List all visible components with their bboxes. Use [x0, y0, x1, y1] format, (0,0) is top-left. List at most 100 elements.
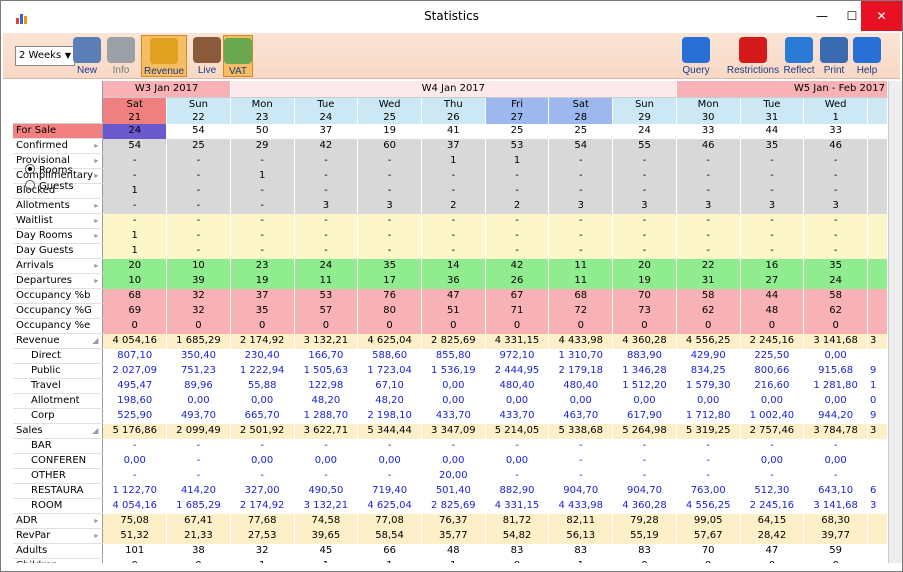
row-label[interactable]: RevPar ▸	[13, 528, 104, 544]
row-label[interactable]: Day Rooms ▸	[13, 228, 104, 244]
stat-cell[interactable]: 1	[421, 558, 486, 563]
stat-cell[interactable]: -	[485, 468, 550, 484]
stat-cell[interactable]: 57,67	[676, 528, 741, 544]
stat-cell[interactable]: -	[676, 243, 741, 259]
day-date-cell[interactable]: 22	[166, 110, 231, 124]
stat-cell[interactable]: 1	[357, 558, 422, 563]
stat-cell[interactable]: 0,00	[421, 453, 486, 469]
stat-cell[interactable]	[867, 213, 888, 229]
stat-cell[interactable]: 350,40	[166, 348, 231, 364]
stat-cell[interactable]: 36	[421, 273, 486, 289]
stat-cell[interactable]: 230,40	[230, 348, 295, 364]
stat-cell[interactable]: 14	[421, 258, 486, 274]
stat-cell[interactable]: -	[294, 153, 359, 169]
stat-cell[interactable]: -	[548, 213, 614, 229]
stat-cell[interactable]	[867, 183, 888, 199]
stat-cell[interactable]: 33	[803, 123, 868, 139]
stat-cell[interactable]: -	[548, 243, 614, 259]
stat-cell[interactable]: 80	[357, 303, 422, 319]
stat-cell[interactable]	[867, 258, 888, 274]
stat-cell[interactable]: -	[485, 168, 550, 184]
stat-cell[interactable]: -	[421, 228, 486, 244]
stat-cell[interactable]: 0,00	[612, 393, 677, 409]
reflect-button[interactable]: Reflect	[781, 35, 817, 77]
stat-cell[interactable]: -	[357, 168, 422, 184]
stat-cell[interactable]	[867, 288, 888, 304]
stat-cell[interactable]: -	[166, 213, 231, 229]
stat-cell[interactable]: 67,41	[166, 513, 231, 529]
stat-cell[interactable]: 79,28	[612, 513, 677, 529]
stat-cell[interactable]	[867, 558, 888, 563]
stat-cell[interactable]: 24	[612, 123, 677, 139]
stat-cell[interactable]: 68,30	[803, 513, 868, 529]
collapse-icon[interactable]: ◢	[92, 334, 98, 348]
stat-cell[interactable]: 44	[740, 123, 805, 139]
minimize-button[interactable]: —	[805, 1, 839, 31]
stat-cell[interactable]	[867, 303, 888, 319]
stat-cell[interactable]: 4 625,04	[357, 333, 422, 349]
stat-cell[interactable]: 3	[294, 198, 359, 214]
stat-cell[interactable]: 4 360,28	[612, 498, 677, 514]
stat-cell[interactable]: -	[612, 153, 677, 169]
stat-cell[interactable]: 37	[230, 288, 295, 304]
expand-icon[interactable]: ▸	[94, 214, 98, 228]
stat-cell[interactable]: -	[294, 243, 359, 259]
stat-cell[interactable]: 62	[676, 303, 741, 319]
stat-cell[interactable]: 0	[166, 318, 231, 334]
stat-cell[interactable]: 35	[230, 303, 295, 319]
day-name-cell[interactable]: Sun	[612, 97, 677, 111]
stat-cell[interactable]: -	[803, 438, 868, 454]
stat-cell[interactable]: 77,08	[357, 513, 422, 529]
stat-cell[interactable]	[867, 438, 888, 454]
stat-cell[interactable]: -	[676, 153, 741, 169]
stat-cell[interactable]: 3	[867, 498, 888, 514]
stat-cell[interactable]: 24	[803, 273, 868, 289]
stat-cell[interactable]: 53	[485, 138, 550, 154]
stat-cell[interactable]: 0	[166, 558, 231, 563]
stat-cell[interactable]: 915,68	[803, 363, 868, 379]
stat-cell[interactable]: 0	[740, 558, 805, 563]
stat-cell[interactable]: 1 281,80	[803, 378, 868, 394]
stat-cell[interactable]: 1 002,40	[740, 408, 805, 424]
stat-cell[interactable]: 2	[485, 198, 550, 214]
stat-cell[interactable]: 2 825,69	[421, 333, 486, 349]
stat-cell[interactable]: 122,98	[294, 378, 359, 394]
stat-cell[interactable]: 3 132,21	[294, 498, 359, 514]
stat-cell[interactable]: 19	[230, 273, 295, 289]
stat-cell[interactable]: 3 141,68	[803, 333, 868, 349]
stat-cell[interactable]: 0	[294, 318, 359, 334]
day-date-cell[interactable]	[867, 110, 888, 124]
stat-cell[interactable]: 2 825,69	[421, 498, 486, 514]
stat-cell[interactable]: 0,00	[485, 393, 550, 409]
stat-cell[interactable]: -	[676, 453, 741, 469]
expand-icon[interactable]: ▸	[94, 274, 98, 288]
stat-cell[interactable]: 1	[867, 378, 888, 394]
stat-cell[interactable]: -	[294, 183, 359, 199]
stat-cell[interactable]: 433,70	[421, 408, 486, 424]
stat-cell[interactable]: -	[612, 168, 677, 184]
stat-cell[interactable]: 3 141,68	[803, 498, 868, 514]
stat-cell[interactable]: 51,32	[102, 528, 168, 544]
stat-cell[interactable]: 1	[230, 558, 295, 563]
stat-cell[interactable]	[867, 528, 888, 544]
stat-cell[interactable]: -	[102, 468, 168, 484]
stat-cell[interactable]	[867, 123, 888, 139]
stat-cell[interactable]: 3	[740, 198, 805, 214]
collapse-icon[interactable]: ◢	[92, 424, 98, 438]
stat-cell[interactable]: 5 214,05	[485, 423, 550, 439]
stat-cell[interactable]: -	[230, 243, 295, 259]
day-name-cell[interactable]: Sat	[102, 97, 168, 111]
stat-cell[interactable]: 0	[676, 558, 741, 563]
day-date-cell[interactable]: 31	[740, 110, 805, 124]
stat-cell[interactable]: 32	[230, 543, 295, 559]
stat-cell[interactable]: -	[485, 213, 550, 229]
stat-cell[interactable]: 27,53	[230, 528, 295, 544]
stat-cell[interactable]: 763,00	[676, 483, 741, 499]
stat-cell[interactable]: 72	[548, 303, 614, 319]
stat-cell[interactable]: -	[612, 453, 677, 469]
stat-cell[interactable]: 3	[676, 198, 741, 214]
stat-cell[interactable]: 62	[803, 303, 868, 319]
stat-cell[interactable]: -	[230, 468, 295, 484]
stat-cell[interactable]: 68	[548, 288, 614, 304]
stat-cell[interactable]: -	[357, 213, 422, 229]
